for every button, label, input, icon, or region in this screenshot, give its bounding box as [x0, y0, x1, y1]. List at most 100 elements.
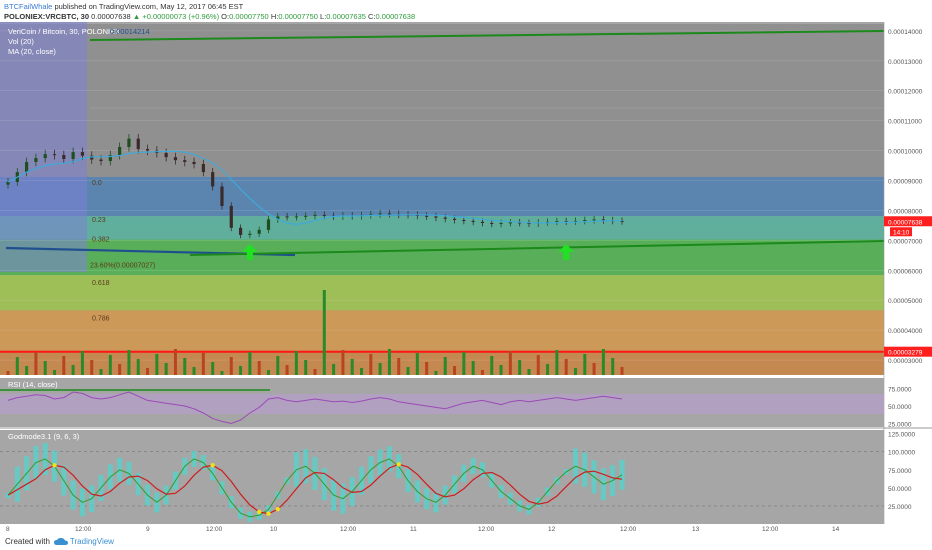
- header-line-2: POLONIEX:VRCBTC, 30 0.00007638 ▲ +0.0000…: [4, 12, 928, 22]
- time-tick-label: 13: [692, 526, 700, 533]
- candle-body: [6, 181, 10, 185]
- volume-bar: [592, 363, 596, 375]
- volume-bar: [546, 364, 550, 375]
- current-price-label: 0.00007638: [888, 219, 923, 226]
- time-tick-label: 12:00: [620, 526, 637, 533]
- volume-bar: [555, 350, 559, 375]
- volume-bar: [313, 369, 317, 375]
- godmode-extreme-dot: [52, 463, 57, 468]
- volume-bar: [583, 354, 587, 375]
- volume-bar: [341, 350, 345, 375]
- volume-bar: [6, 371, 10, 375]
- publish-info: published on TradingView.com, May 12, 20…: [54, 2, 244, 11]
- time-tick-label: 12:00: [762, 526, 779, 533]
- volume-bar: [518, 360, 522, 375]
- candle-body: [443, 217, 447, 219]
- candle-body: [164, 152, 168, 158]
- fib-zone: [0, 239, 884, 276]
- candle-body: [80, 152, 85, 156]
- volume-bar: [378, 363, 382, 375]
- price-tick-label: 0.00014000: [888, 29, 923, 36]
- volume-bar: [15, 357, 19, 375]
- candle-body: [294, 216, 298, 218]
- open-label: O:: [221, 12, 230, 21]
- godmode-extreme-dot: [210, 463, 215, 468]
- symbol-label: POLONIEX:VRCBTC, 30: [4, 12, 90, 21]
- rsi-tick-label: 25.0000: [888, 422, 912, 429]
- time-axis[interactable]: 8 12:00 9 12:00 10 12:00 11 12:00 12 12:00 13 12:00…: [0, 524, 932, 533]
- volume-bar: [573, 368, 577, 375]
- candle-body: [490, 222, 494, 224]
- volume-bar: [415, 353, 419, 375]
- candle-body: [313, 214, 317, 216]
- time-tick-label: 12:00: [206, 526, 223, 533]
- candle-body: [257, 229, 261, 234]
- candle-body: [118, 146, 122, 156]
- time-tick-label: 14: [832, 526, 840, 533]
- candle-body: [508, 222, 512, 224]
- candle-body: [425, 215, 429, 217]
- price-tick-label: 0.00010000: [888, 149, 923, 156]
- volume-bar: [536, 355, 540, 375]
- candle-body: [387, 213, 392, 215]
- price-tick-label: 0.00005000: [888, 298, 923, 305]
- candle-body: [378, 213, 382, 215]
- author-link[interactable]: BTCFailWhale: [4, 2, 52, 11]
- candle-body: [229, 205, 233, 228]
- chart-canvas[interactable]: 0.0 0.23 0.382 23.60%(0.00007027) 0.618 0.786…: [0, 22, 932, 533]
- fib-zone: [0, 24, 884, 177]
- legend-item: Vol (20): [8, 37, 34, 46]
- volume-bar: [80, 351, 84, 375]
- fib-zone: [0, 216, 884, 240]
- candle-body: [99, 159, 103, 162]
- godmode-pane: Godmode3.1 (9, 6, 3) 125.0000 100.0000 75.0…: [0, 430, 915, 524]
- godmode-tick-label: 100.0000: [888, 450, 915, 457]
- volume-bar: [601, 349, 605, 375]
- volume-bar: [527, 369, 531, 375]
- fib-label: 0.618: [92, 280, 110, 287]
- volume-bar: [490, 356, 494, 375]
- candle-body: [43, 154, 47, 159]
- candle-body: [62, 155, 66, 159]
- volume-bar: [332, 364, 336, 375]
- candle-body: [220, 186, 224, 206]
- candle-body: [434, 216, 438, 218]
- price-tick-label: 0.00009000: [888, 178, 923, 185]
- volume-bar: [164, 363, 168, 375]
- volume-bar: [434, 371, 438, 375]
- volume-bar: [322, 290, 326, 375]
- time-tick-label: 8: [6, 526, 10, 533]
- volume-bar: [471, 361, 475, 375]
- candle-body: [583, 219, 587, 221]
- candle-body: [145, 149, 150, 151]
- price-tick-label: 0.00006000: [888, 268, 923, 275]
- candle-body: [183, 160, 187, 162]
- volume-bar: [43, 361, 47, 375]
- volume-bar: [146, 368, 150, 375]
- price-change: ▲ +0.00000073 (+0.96%): [132, 12, 220, 21]
- price-tick-label: 0.00003000: [888, 358, 923, 365]
- candle-body: [201, 164, 205, 173]
- volume-bar: [220, 371, 224, 375]
- candle-body: [322, 214, 326, 216]
- tradingview-logo[interactable]: TradingView: [53, 537, 114, 546]
- volume-bar: [285, 365, 289, 375]
- fib-zone-bottom: [0, 351, 884, 375]
- volume-bar: [462, 352, 466, 375]
- price-tick-label: 0.00008000: [888, 208, 923, 215]
- price-tick-label: 0.00011000: [888, 119, 922, 126]
- godmode-tick-label: 75.0000: [888, 468, 912, 475]
- rsi-tick-label: 75.0000: [888, 387, 912, 394]
- time-tick-label: 12:00: [75, 526, 92, 533]
- fib-label: 0.382: [92, 237, 110, 244]
- candle-body: [555, 221, 559, 223]
- volume-bar: [25, 366, 29, 375]
- fib-zone: [0, 310, 884, 352]
- rsi-title: RSI (14, close): [8, 380, 58, 389]
- price-tick-label: 0.00012000: [888, 89, 923, 96]
- volume-bar: [183, 358, 187, 375]
- candle-body: [266, 219, 271, 230]
- volume-bar: [173, 349, 177, 375]
- volume-bar: [406, 367, 410, 375]
- volume-bar: [480, 370, 484, 375]
